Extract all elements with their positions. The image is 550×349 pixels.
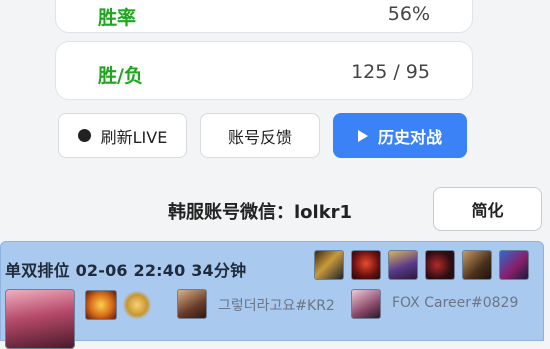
item-icon: [351, 250, 381, 280]
winloss-label: 胜/负: [98, 65, 143, 87]
item-icon: [499, 250, 529, 280]
item-icon: [462, 250, 492, 280]
champion-icon: [5, 289, 75, 349]
winrate-label: 胜率: [98, 7, 137, 29]
account-feedback-button[interactable]: 账号反馈: [200, 113, 320, 158]
refresh-live-label: 刷新LIVE: [100, 127, 168, 147]
item-icon: [314, 250, 344, 280]
player-name[interactable]: 그렇더라고요#KR2: [218, 295, 335, 315]
player-champion-icon: [351, 289, 381, 319]
item-icon: [388, 250, 418, 280]
history-battles-label: 历史对战: [377, 127, 442, 147]
rune-icon: [123, 290, 151, 320]
summoner-spell-icon: [85, 290, 117, 320]
refresh-live-button[interactable]: 刷新LIVE: [58, 113, 187, 158]
winloss-value: 125 / 95: [351, 61, 430, 83]
wechat-contact: 韩服账号微信：lolkr1: [168, 202, 353, 223]
match-header: 单双排位 02-06 22:40 34分钟: [5, 261, 247, 280]
simplify-label: 简化: [471, 201, 504, 220]
match-card[interactable]: 单双排位 02-06 22:40 34分钟 그렇더라고요#KR2 FOX Car…: [0, 241, 544, 349]
player-champion-icon: [177, 289, 207, 319]
winrate-value: 56%: [387, 3, 430, 25]
history-battles-button[interactable]: 历史对战: [333, 113, 467, 158]
account-feedback-label: 账号反馈: [227, 127, 292, 147]
simplify-button[interactable]: 简化: [433, 187, 542, 231]
winloss-card: 胜/负 125 / 95: [55, 41, 473, 100]
item-icon: [425, 250, 455, 280]
winrate-card: 胜率 56%: [55, 0, 473, 33]
player-name[interactable]: FOX Career#0829: [392, 295, 518, 311]
play-icon: [357, 129, 368, 142]
record-icon: [77, 129, 91, 142]
